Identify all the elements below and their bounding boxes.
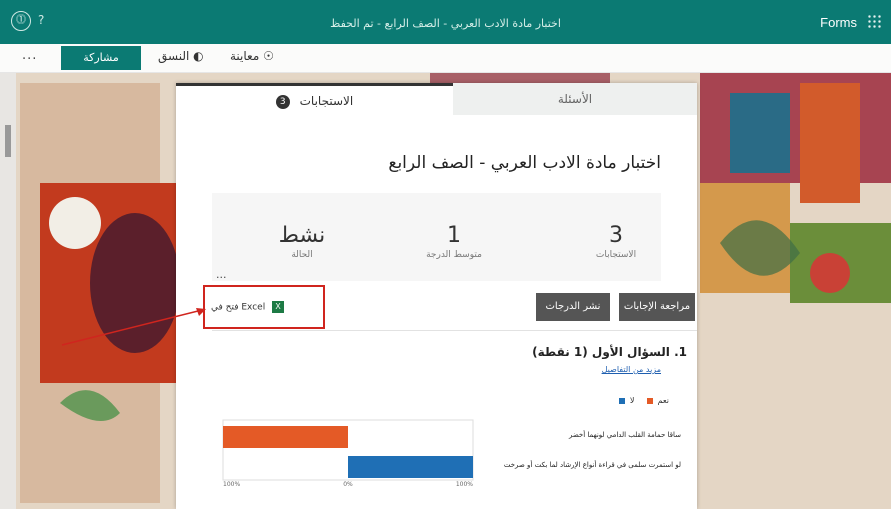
preview-label: معاينة [230, 49, 260, 63]
annotation-arrow [61, 308, 206, 346]
stat-status: نشط الحالة [242, 223, 362, 260]
stats-more-button[interactable]: ... [216, 268, 227, 281]
legend-yes-label: نعم [657, 396, 669, 405]
style-label: النسق [158, 49, 190, 63]
chart-row-label-1: ساقا حمامة القلب الدامي لونهما أخضر [568, 431, 681, 439]
x-tick-label-2: 0% [343, 481, 353, 488]
question-title: 1. السؤال الأول (1 نقطة) [532, 345, 687, 359]
toolbar: ... مشاركة النسق ◐ معاينة ☉ [0, 44, 891, 73]
legend-yes-swatch [619, 397, 626, 404]
stat-responses-value: 3 [609, 223, 623, 248]
stat-average-value: 1 [447, 223, 461, 248]
app-launcher-icon[interactable] [867, 14, 881, 28]
annotation-highlight-box [203, 285, 325, 329]
scrollbar-thumb[interactable] [5, 125, 11, 157]
legend-no-swatch [647, 397, 654, 404]
bar-yes-2 [348, 456, 473, 478]
chart-row-label-2: لو استمرت سلمى في قراءة أنواع الإرشاد لم… [503, 461, 681, 469]
more-options-button[interactable]: ... [22, 48, 37, 63]
publish-scores-button[interactable]: نشر الدرجات [536, 293, 610, 321]
forms-brand[interactable]: Forms [820, 15, 857, 30]
tab-questions[interactable]: الأسئلة [453, 83, 697, 115]
stat-average: 1 متوسط الدرجة [394, 223, 514, 260]
palette-icon: ◐ [193, 49, 204, 63]
stat-responses: 3 الاستجابات [556, 223, 676, 260]
vertical-scrollbar[interactable] [0, 73, 16, 509]
window-title: اختبار مادة الادب العربي - الصف الرابع -… [330, 17, 561, 30]
summary-stats: 3 الاستجابات 1 متوسط الدرجة نشط الحالة [212, 193, 661, 281]
stat-status-label: الحالة [291, 250, 313, 260]
chart-legend: نعم لا [617, 396, 669, 405]
stat-status-value: نشط [278, 223, 326, 248]
tab-responses-label: الاستجابات [299, 94, 354, 108]
x-tick-label-1: 100% [223, 481, 240, 488]
tab-responses[interactable]: 3 الاستجابات [176, 83, 453, 115]
legend-no-label: لا [629, 396, 635, 405]
preview-button[interactable]: معاينة ☉ [230, 49, 274, 63]
style-button[interactable]: النسق ◐ [158, 49, 204, 63]
more-details-link[interactable]: مزيد من التفاصيل [602, 365, 661, 374]
form-title: اختبار مادة الادب العربي - الصف الرابع [388, 153, 661, 173]
stat-average-label: متوسط الدرجة [426, 250, 482, 260]
share-button[interactable]: مشاركة [61, 46, 141, 70]
responses-count-badge: 3 [275, 94, 290, 109]
eye-icon: ☉ [263, 49, 274, 63]
divider [212, 330, 697, 331]
x-tick-label-3: 100% [456, 481, 473, 488]
bar-no-1 [223, 426, 348, 448]
title-bar: ⓵ ? اختبار مادة الادب العربي - الصف الرا… [0, 0, 891, 44]
stat-responses-label: الاستجابات [595, 250, 637, 260]
review-answers-button[interactable]: مراجعة الإجابات [619, 293, 695, 321]
results-bar-chart: 100% 0% 100% [222, 419, 474, 488]
